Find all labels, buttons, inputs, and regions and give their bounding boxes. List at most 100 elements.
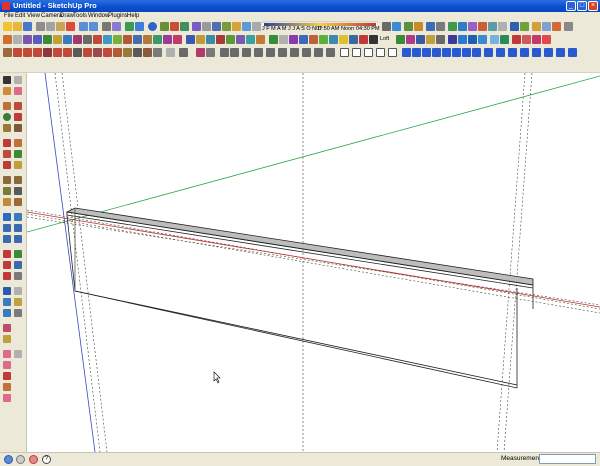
record-icon[interactable] xyxy=(359,35,368,44)
look-around-icon[interactable] xyxy=(3,261,11,269)
frame2-icon[interactable] xyxy=(352,48,361,57)
front-view-icon[interactable] xyxy=(468,22,477,31)
arc-icon[interactable] xyxy=(14,113,22,121)
menu-edit[interactable]: Edit xyxy=(15,12,25,20)
section-icon[interactable] xyxy=(14,261,22,269)
menu-file[interactable]: File xyxy=(4,12,14,20)
corner4-icon[interactable] xyxy=(568,48,577,57)
ruby-console-icon[interactable] xyxy=(14,272,22,280)
new-file-icon[interactable] xyxy=(3,22,12,31)
redo-icon[interactable] xyxy=(89,22,98,31)
join-icon[interactable] xyxy=(113,48,122,57)
trim-icon[interactable] xyxy=(153,35,162,44)
styles-icon[interactable] xyxy=(404,22,413,31)
hash-icon[interactable] xyxy=(206,48,215,57)
toggle-terrain-icon[interactable] xyxy=(180,22,189,31)
vertex-icon[interactable] xyxy=(143,48,152,57)
google-earth-icon[interactable] xyxy=(148,22,157,31)
hidden-line-icon[interactable] xyxy=(222,22,231,31)
copy-icon[interactable] xyxy=(46,22,55,31)
move-icon[interactable] xyxy=(3,139,11,147)
bend-icon[interactable] xyxy=(319,35,328,44)
union-icon[interactable] xyxy=(133,35,142,44)
menu-window[interactable]: Window xyxy=(88,12,109,20)
stamp-tool-icon[interactable] xyxy=(14,350,22,358)
flatten-icon[interactable] xyxy=(166,48,175,57)
flip-edge-icon[interactable] xyxy=(3,383,11,391)
stamp-icon[interactable] xyxy=(542,22,551,31)
arc-line-icon[interactable] xyxy=(33,48,42,57)
divide-icon[interactable] xyxy=(220,48,229,57)
spline-icon[interactable] xyxy=(73,35,82,44)
get-models-icon[interactable] xyxy=(160,22,169,31)
skin-icon[interactable] xyxy=(279,35,288,44)
dots-icon[interactable] xyxy=(242,48,251,57)
make-component-icon[interactable] xyxy=(14,76,22,84)
chain-icon[interactable] xyxy=(532,35,541,44)
sandbox-scratch-icon[interactable] xyxy=(3,335,11,343)
stretch-icon[interactable] xyxy=(329,35,338,44)
grid4-icon[interactable] xyxy=(278,48,287,57)
drape-icon[interactable] xyxy=(552,22,561,31)
grid-icon[interactable] xyxy=(73,48,82,57)
section-display-icon[interactable] xyxy=(520,22,529,31)
chamfer-icon[interactable] xyxy=(216,35,225,44)
outer-shell-icon[interactable] xyxy=(123,35,132,44)
wireframe-icon[interactable] xyxy=(212,22,221,31)
menu-view[interactable]: View xyxy=(27,12,40,20)
iso-view-icon[interactable] xyxy=(448,22,457,31)
text-icon[interactable] xyxy=(14,187,22,195)
dynamic-icon[interactable] xyxy=(3,394,11,402)
curve-loft-icon[interactable] xyxy=(269,35,278,44)
undo-icon[interactable] xyxy=(79,22,88,31)
menu-draw[interactable]: Draw xyxy=(60,12,74,20)
taper-icon[interactable] xyxy=(309,35,318,44)
eraser-icon[interactable] xyxy=(14,87,22,95)
earth-icon[interactable] xyxy=(3,298,11,306)
dynamic-components-icon[interactable] xyxy=(564,22,573,31)
grid3-icon[interactable] xyxy=(266,48,275,57)
share-icon[interactable] xyxy=(14,298,22,306)
slash3-icon[interactable] xyxy=(83,48,92,57)
grid8-icon[interactable] xyxy=(326,48,335,57)
walk-icon[interactable] xyxy=(14,250,22,258)
line-tool-icon[interactable] xyxy=(13,48,22,57)
board-top-face[interactable] xyxy=(65,207,534,286)
select-arrow-icon[interactable] xyxy=(3,76,11,84)
previous-view-icon[interactable] xyxy=(14,235,22,243)
round-corner-icon[interactable] xyxy=(186,35,195,44)
orbit-icon[interactable] xyxy=(3,213,11,221)
corner-icon[interactable] xyxy=(532,48,541,57)
right-view-icon[interactable] xyxy=(478,22,487,31)
loft-rail-icon[interactable] xyxy=(406,35,415,44)
zoom-window-icon[interactable] xyxy=(14,224,22,232)
bezier-icon[interactable] xyxy=(63,35,72,44)
smoove-icon[interactable] xyxy=(3,350,11,358)
spring-icon[interactable] xyxy=(196,48,205,57)
arrow-up2-icon[interactable] xyxy=(442,48,451,57)
menu-plugins[interactable]: Plugins xyxy=(108,12,128,20)
materials-icon[interactable] xyxy=(392,22,401,31)
place-model-icon[interactable] xyxy=(14,287,22,295)
weld-icon[interactable] xyxy=(123,48,132,57)
slash4-icon[interactable] xyxy=(103,48,112,57)
scenes-icon[interactable] xyxy=(426,22,435,31)
photo-match-icon[interactable] xyxy=(3,272,11,280)
back-edges-icon[interactable] xyxy=(202,22,211,31)
bracket2-icon[interactable] xyxy=(520,48,529,57)
solid-inspector-icon[interactable] xyxy=(173,35,182,44)
share-model-icon[interactable] xyxy=(170,22,179,31)
loft-skin-icon[interactable] xyxy=(426,35,435,44)
diag-line-icon[interactable] xyxy=(23,48,32,57)
freehand-icon[interactable] xyxy=(23,35,32,44)
grid6-icon[interactable] xyxy=(302,48,311,57)
frame3-icon[interactable] xyxy=(364,48,373,57)
vector-push-pull-icon[interactable] xyxy=(246,35,255,44)
grid5-icon[interactable] xyxy=(290,48,299,57)
dimension-icon[interactable] xyxy=(14,176,22,184)
corner3-icon[interactable] xyxy=(556,48,565,57)
rectangle-icon[interactable] xyxy=(3,35,12,44)
position-camera-icon[interactable] xyxy=(3,250,11,258)
extrude-icon[interactable] xyxy=(226,35,235,44)
curve-arrow-icon[interactable] xyxy=(484,48,493,57)
